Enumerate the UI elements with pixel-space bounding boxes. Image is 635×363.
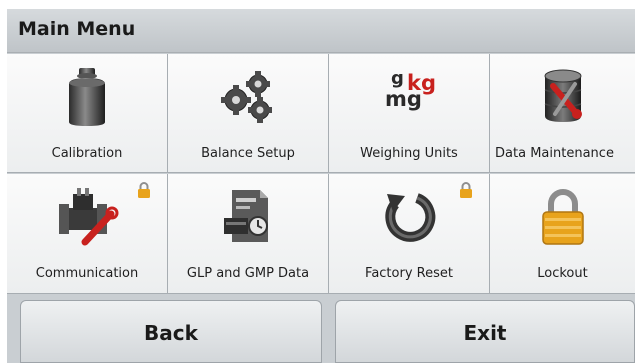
menu-item-glp-gmp-data[interactable]: GLP and GMP Data [168,174,329,294]
menu-item-label: Communication [35,266,139,281]
menu-item-balance-setup[interactable]: Balance Setup [168,54,329,173]
back-button[interactable]: Back [20,300,322,363]
menu-item-label: GLP and GMP Data [186,266,310,281]
communication-icon [59,188,119,246]
database-tools-icon [544,69,582,122]
lock-badge-icon [460,182,472,198]
exit-button[interactable]: Exit [335,300,635,363]
calibration-weight-icon [69,68,105,126]
menu-item-label: Lockout [537,266,588,281]
menu-item-label: Balance Setup [201,146,295,161]
exit-button-label: Exit [463,321,507,345]
menu-item-lockout[interactable]: Lockout [490,174,635,294]
lock-badge-icon [138,182,150,198]
menu-item-weighing-units[interactable]: g kg mg Weighing Units [329,54,490,173]
glp-document-icon [224,190,268,242]
menu-item-label: Weighing Units [360,146,458,161]
page-title: Main Menu [18,18,136,40]
menu-item-data-maintenance[interactable]: Data Maintenance [490,54,635,173]
back-button-label: Back [144,321,198,345]
units-icon: g kg mg [385,68,436,111]
menu-grid: Calibration Balance Setup g kg mg Weighi… [7,54,635,294]
padlock-icon [541,189,584,245]
menu-item-label: Factory Reset [365,266,453,281]
menu-item-factory-reset[interactable]: Factory Reset [329,174,490,294]
main-menu-screen: Main Menu Calibration Balance Setup g kg… [7,9,635,363]
bottom-button-bar: Back Exit [7,294,635,363]
units-mg-text: mg [385,87,422,111]
title-bar: Main Menu [7,9,635,53]
menu-item-label: Data Maintenance [495,146,614,161]
menu-item-communication[interactable]: Communication [7,174,168,294]
units-g-text: g [391,68,404,89]
menu-item-calibration[interactable]: Calibration [7,54,168,173]
reset-arrow-icon [385,193,436,242]
menu-item-label: Calibration [51,146,123,161]
gears-icon [221,71,272,123]
